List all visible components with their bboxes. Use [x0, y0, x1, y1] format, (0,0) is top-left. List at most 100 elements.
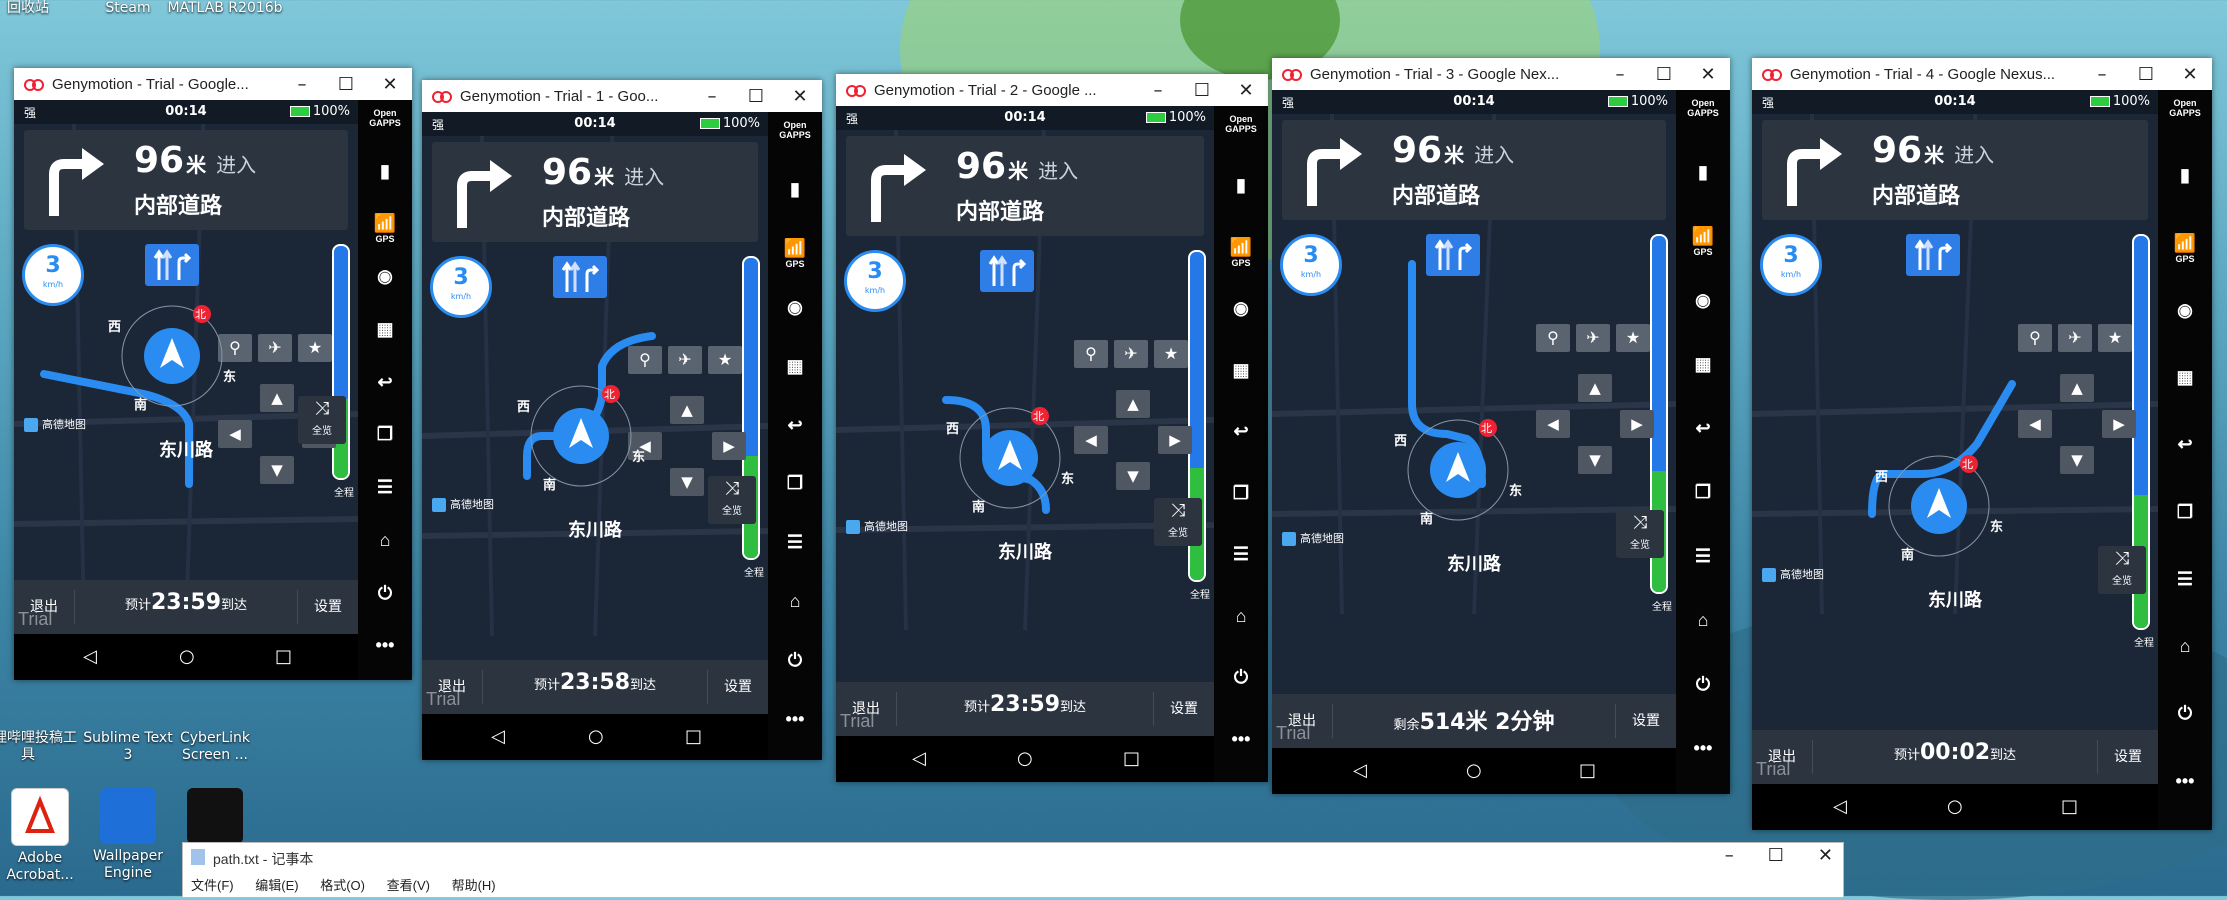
star-icon[interactable]: ★ [298, 334, 332, 362]
battery-button[interactable]: ▮ [1214, 175, 1268, 196]
window-titlebar[interactable]: Genymotion - Trial - Google... – ☐ ✕ [14, 68, 412, 100]
menu-button[interactable]: ☰ [358, 477, 412, 498]
power-button[interactable]: ⏻ [2158, 703, 2212, 724]
battery-button[interactable]: ▮ [768, 179, 822, 200]
phone-screen[interactable]: 强00:14100%3km/h全程⚲✈★▲◀▶▼北西东南东川路⤨全览高德地图96… [422, 112, 768, 760]
settings-button[interactable]: 设置 [1632, 710, 1660, 730]
pan-up-button[interactable]: ▲ [2060, 374, 2094, 402]
maximize-icon[interactable]: ☐ [1642, 64, 1686, 85]
pan-right-button[interactable]: ▶ [1620, 410, 1654, 438]
pan-right-button[interactable]: ▶ [1158, 426, 1192, 454]
genymotion-window[interactable]: Genymotion - Trial - 4 - Google Nexus...… [1752, 58, 2212, 830]
more-button[interactable]: ••• [2158, 771, 2212, 792]
maximize-icon[interactable]: ☐ [2124, 64, 2168, 85]
back-icon[interactable]: ◁ [1353, 760, 1367, 781]
settings-button[interactable]: 设置 [314, 596, 342, 616]
pan-left-button[interactable]: ◀ [1536, 410, 1570, 438]
overview-button[interactable]: ⤨ 全览 [2098, 546, 2146, 594]
back-button[interactable]: ↩ [358, 372, 412, 393]
minimize-icon[interactable]: – [690, 86, 734, 107]
recents-icon[interactable]: □ [685, 726, 702, 747]
genymotion-window[interactable]: Genymotion - Trial - 3 - Google Nex... – ☐… [1272, 58, 1730, 794]
pan-down-button[interactable]: ▼ [670, 468, 704, 496]
phone-screen[interactable]: 强00:14100%3km/h全程⚲✈★▲◀▶▼北西东南东川路⤨全览高德地图96… [14, 100, 358, 680]
power-button[interactable]: ⏻ [1676, 674, 1730, 695]
power-button[interactable]: ⏻ [358, 583, 412, 604]
menu-button[interactable]: ☰ [768, 532, 822, 553]
power-button[interactable]: ⏻ [1214, 667, 1268, 688]
recent-apps-button[interactable]: ❐ [768, 473, 822, 494]
back-icon[interactable]: ◁ [912, 748, 926, 769]
minimize-icon[interactable]: – [1725, 845, 1734, 866]
gps-button[interactable]: 📶 GPS [2158, 233, 2212, 264]
maximize-icon[interactable]: ☐ [734, 86, 778, 107]
overview-button[interactable]: ⤨ 全览 [708, 476, 756, 524]
home-icon[interactable]: ○ [588, 726, 604, 747]
home-button[interactable]: ⌂ [768, 591, 822, 612]
pan-down-button[interactable]: ▼ [2060, 446, 2094, 474]
recents-icon[interactable]: □ [2061, 796, 2078, 817]
overview-button[interactable]: ⤨ 全览 [1154, 498, 1202, 546]
star-icon[interactable]: ★ [1616, 324, 1650, 352]
settings-button[interactable]: 设置 [2114, 746, 2142, 766]
desktop-icon-matlab[interactable]: MATLAB R2016b [165, 0, 285, 17]
more-button[interactable]: ••• [768, 709, 822, 730]
back-button[interactable]: ↩ [768, 415, 822, 436]
window-titlebar[interactable]: Genymotion - Trial - 3 - Google Nex... – ☐… [1272, 58, 1730, 90]
more-button[interactable]: ••• [358, 635, 412, 656]
pan-left-button[interactable]: ◀ [1074, 426, 1108, 454]
desktop-icon-recycle[interactable]: 回收站 [0, 0, 78, 17]
webcam-button[interactable]: ◉ [1214, 298, 1268, 319]
menu-file[interactable]: 文件(F) [191, 878, 234, 893]
recent-apps-button[interactable]: ❐ [1676, 482, 1730, 503]
more-button[interactable]: ••• [1214, 729, 1268, 750]
close-icon[interactable]: ✕ [778, 86, 822, 107]
webcam-button[interactable]: ◉ [358, 266, 412, 287]
notepad-window[interactable]: path.txt - 记事本 文件(F) 编辑(E) 格式(O) 查看(V) 帮… [182, 842, 1844, 898]
pan-down-button[interactable]: ▼ [1116, 462, 1150, 490]
window-titlebar[interactable]: Genymotion - Trial - 1 - Goo... – ☐ ✕ [422, 80, 822, 112]
phone-screen[interactable]: 强00:14100%3km/h全程⚲✈★▲◀▶▼北西东南东川路⤨全览高德地图96… [836, 106, 1214, 782]
desktop-icon-adobe[interactable]: Adobe Acrobat... [0, 788, 90, 884]
pan-down-button[interactable]: ▼ [1578, 446, 1612, 474]
settings-button[interactable]: 设置 [1170, 698, 1198, 718]
menu-button[interactable]: ☰ [2158, 569, 2212, 590]
back-button[interactable]: ↩ [1214, 421, 1268, 442]
recents-icon[interactable]: □ [275, 646, 292, 667]
open-gapps-button[interactable]: Open GAPPS [768, 120, 822, 140]
recent-apps-button[interactable]: ❐ [358, 424, 412, 445]
menu-button[interactable]: ☰ [1676, 546, 1730, 567]
webcam-button[interactable]: ◉ [1676, 290, 1730, 311]
airplane-icon[interactable]: ✈ [1114, 340, 1148, 368]
pan-up-button[interactable]: ▲ [670, 396, 704, 424]
battery-button[interactable]: ▮ [2158, 165, 2212, 186]
recent-apps-button[interactable]: ❐ [1214, 483, 1268, 504]
recents-icon[interactable]: □ [1579, 760, 1596, 781]
media-button[interactable]: ▦ [358, 319, 412, 340]
window-titlebar[interactable]: Genymotion - Trial - 4 - Google Nexus...… [1752, 58, 2212, 90]
power-button[interactable]: ⏻ [768, 650, 822, 671]
menu-edit[interactable]: 编辑(E) [255, 878, 298, 893]
home-button[interactable]: ⌂ [1676, 610, 1730, 631]
open-gapps-button[interactable]: Open GAPPS [358, 108, 412, 128]
pan-up-button[interactable]: ▲ [1578, 374, 1612, 402]
overview-button[interactable]: ⤨ 全览 [1616, 510, 1664, 558]
back-icon[interactable]: ◁ [491, 726, 505, 747]
open-gapps-button[interactable]: Open GAPPS [1676, 98, 1730, 118]
battery-button[interactable]: ▮ [358, 161, 412, 182]
media-button[interactable]: ▦ [1214, 360, 1268, 381]
pan-up-button[interactable]: ▲ [1116, 390, 1150, 418]
close-icon[interactable]: ✕ [1224, 80, 1268, 101]
media-button[interactable]: ▦ [2158, 367, 2212, 388]
home-icon[interactable]: ○ [1017, 748, 1033, 769]
menu-format[interactable]: 格式(O) [320, 878, 365, 893]
minimize-icon[interactable]: – [1598, 64, 1642, 85]
home-button[interactable]: ⌂ [1214, 606, 1268, 627]
close-icon[interactable]: ✕ [1686, 64, 1730, 85]
maximize-icon[interactable]: ☐ [1768, 845, 1784, 866]
home-icon[interactable]: ○ [1947, 796, 1963, 817]
media-button[interactable]: ▦ [768, 356, 822, 377]
close-icon[interactable]: ✕ [368, 74, 412, 95]
gps-button[interactable]: 📶 GPS [768, 238, 822, 269]
close-icon[interactable]: ✕ [2168, 64, 2212, 85]
